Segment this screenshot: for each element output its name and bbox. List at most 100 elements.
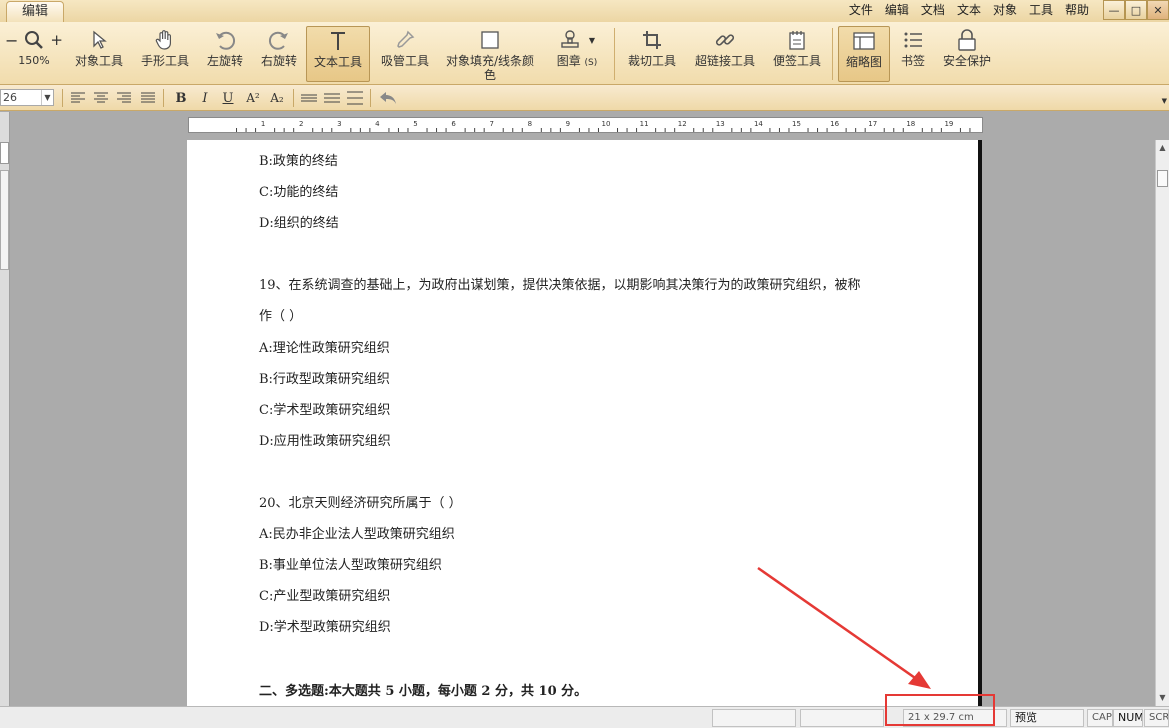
align-center-button[interactable] bbox=[91, 89, 111, 107]
align-right-button[interactable] bbox=[114, 89, 134, 107]
scroll-thumb[interactable] bbox=[1157, 170, 1168, 187]
zoom-in-button[interactable]: + bbox=[50, 31, 63, 49]
ruler-label: 12 bbox=[678, 120, 687, 128]
ribbon-separator bbox=[832, 28, 833, 80]
menu-text[interactable]: 文本 bbox=[957, 0, 981, 20]
bookmark-list-icon bbox=[904, 32, 922, 48]
text-line: B:事业单位法人型政策研究组织 bbox=[259, 558, 442, 573]
stamp-button[interactable]: ▼ 图章 (S) bbox=[546, 26, 608, 82]
chevron-down-icon[interactable]: ▼ bbox=[41, 90, 53, 105]
panel-tab[interactable] bbox=[0, 142, 9, 164]
tab-edit[interactable]: 编辑 bbox=[6, 1, 64, 22]
ruler-label: 18 bbox=[906, 120, 915, 128]
ribbon-separator bbox=[614, 28, 615, 80]
question-20: 20、北京天则经济研究所属于（ ） bbox=[259, 496, 462, 511]
scroll-up-icon[interactable]: ▲ bbox=[1156, 140, 1169, 156]
ruler-label: 13 bbox=[716, 120, 725, 128]
toolbar-separator bbox=[370, 89, 371, 107]
ruler-label: 6 bbox=[451, 120, 456, 128]
bookmarks-button[interactable]: 书签 bbox=[894, 26, 932, 82]
num-lock-indicator: NUM bbox=[1113, 709, 1143, 727]
crop-tool-button[interactable]: 裁切工具 bbox=[622, 26, 682, 82]
section-heading: 二、多选题:本大题共 5 小题，每小题 2 分，共 10 分。 bbox=[259, 684, 588, 699]
caps-lock-indicator: CAP bbox=[1087, 709, 1113, 727]
note-tool-button[interactable]: 便签工具 bbox=[768, 26, 826, 82]
ruler-label: 15 bbox=[792, 120, 801, 128]
line-spacing-single-button[interactable] bbox=[299, 89, 319, 107]
close-button[interactable]: ✕ bbox=[1147, 0, 1169, 20]
ruler-label: 17 bbox=[868, 120, 877, 128]
scroll-lock-indicator: SCRL bbox=[1144, 709, 1169, 727]
ribbon-toolbar: − + 150% 对象工具 手形工具 左旋转 右旋转 文本工具 吸管工具 对象填… bbox=[0, 22, 1169, 85]
window-controls: — □ ✕ bbox=[1103, 0, 1169, 20]
undo-button[interactable] bbox=[378, 89, 398, 107]
superscript-button[interactable]: A² bbox=[243, 89, 263, 107]
stamp-dropdown-icon[interactable]: ▼ bbox=[589, 36, 595, 45]
magnifier-icon[interactable] bbox=[24, 30, 44, 50]
vertical-scrollbar[interactable]: ▲ ▼ bbox=[1155, 140, 1169, 706]
horizontal-ruler[interactable]: 1234567891011121314151617181920 bbox=[188, 117, 983, 133]
ruler-label: 3 bbox=[337, 120, 341, 128]
toolbar-separator bbox=[163, 89, 164, 107]
text-line: D:组织的终结 bbox=[259, 216, 339, 231]
align-right-icon bbox=[117, 92, 131, 103]
align-left-button[interactable] bbox=[68, 89, 88, 107]
object-tool-button[interactable]: 对象工具 bbox=[70, 26, 128, 82]
menu-tools[interactable]: 工具 bbox=[1029, 0, 1053, 20]
text-tool-button[interactable]: 文本工具 bbox=[306, 26, 370, 82]
menu-bar: 文件 编辑 文档 文本 对象 工具 帮助 bbox=[849, 0, 1089, 20]
underline-button[interactable]: U bbox=[218, 89, 238, 107]
ruler-label: 10 bbox=[602, 120, 611, 128]
question-19: 19、在系统调查的基础上，为政府出谋划策，提供决策依据，以期影响其决策行为的政策… bbox=[259, 278, 861, 293]
text-line: A:民办非企业法人型政策研究组织 bbox=[259, 527, 455, 542]
left-side-panel bbox=[0, 112, 10, 706]
justify-button[interactable] bbox=[138, 89, 158, 107]
status-cell bbox=[712, 709, 796, 727]
menu-object[interactable]: 对象 bbox=[993, 0, 1017, 20]
minimize-button[interactable]: — bbox=[1103, 0, 1125, 20]
status-cell bbox=[800, 709, 884, 727]
toolbar-overflow-icon[interactable]: ▼ bbox=[1162, 97, 1167, 105]
menu-help[interactable]: 帮助 bbox=[1065, 0, 1089, 20]
ruler-label: 14 bbox=[754, 120, 763, 128]
hand-tool-button[interactable]: 手形工具 bbox=[136, 26, 194, 82]
thumbnails-button[interactable]: 缩略图 bbox=[838, 26, 890, 82]
document-page[interactable]: B:政策的终结 C:功能的终结 D:组织的终结 19、在系统调查的基础上，为政府… bbox=[187, 140, 982, 706]
menu-edit[interactable]: 编辑 bbox=[885, 0, 909, 20]
zoom-out-button[interactable]: − bbox=[5, 31, 18, 50]
ruler-label: 9 bbox=[566, 120, 570, 128]
title-bar: 编辑 文件 编辑 文档 文本 对象 工具 帮助 — □ ✕ bbox=[0, 0, 1169, 22]
menu-file[interactable]: 文件 bbox=[849, 0, 873, 20]
eyedropper-tool-button[interactable]: 吸管工具 bbox=[376, 26, 434, 82]
text-line: C:功能的终结 bbox=[259, 185, 339, 200]
line-spacing-icon bbox=[301, 94, 317, 102]
line-spacing-double-button[interactable] bbox=[345, 89, 365, 107]
menu-document[interactable]: 文档 bbox=[921, 0, 945, 20]
ruler-label: 4 bbox=[375, 120, 380, 128]
view-mode-indicator[interactable]: 预览 bbox=[1010, 709, 1084, 727]
hand-icon bbox=[155, 30, 171, 50]
line-spacing-medium-button[interactable] bbox=[322, 89, 342, 107]
justify-icon bbox=[141, 92, 155, 103]
panel-scroll[interactable] bbox=[0, 170, 9, 270]
security-button[interactable]: 安全保护 bbox=[938, 26, 996, 82]
text-line: B:政策的终结 bbox=[259, 154, 338, 169]
italic-button[interactable]: I bbox=[195, 89, 215, 107]
scroll-down-icon[interactable]: ▼ bbox=[1156, 690, 1169, 706]
text-line: A:理论性政策研究组织 bbox=[259, 341, 390, 356]
fill-stroke-tool-button[interactable]: 对象填充/线条颜 色 bbox=[442, 26, 538, 82]
rotate-right-button[interactable]: 右旋转 bbox=[256, 26, 302, 82]
font-size-select[interactable]: 26 ▼ bbox=[0, 89, 54, 106]
bold-button[interactable]: B bbox=[171, 89, 191, 107]
text-line: C:产业型政策研究组织 bbox=[259, 589, 391, 604]
thumbnails-icon bbox=[853, 32, 875, 50]
rotate-left-button[interactable]: 左旋转 bbox=[202, 26, 248, 82]
align-center-icon bbox=[94, 92, 108, 103]
link-icon bbox=[715, 34, 735, 46]
lock-icon bbox=[958, 29, 976, 51]
zoom-group: − + 150% bbox=[2, 26, 66, 82]
subscript-button[interactable]: A₂ bbox=[267, 89, 287, 107]
hyperlink-tool-button[interactable]: 超链接工具 bbox=[690, 26, 760, 82]
stamp-icon bbox=[561, 30, 579, 48]
maximize-button[interactable]: □ bbox=[1125, 0, 1147, 20]
